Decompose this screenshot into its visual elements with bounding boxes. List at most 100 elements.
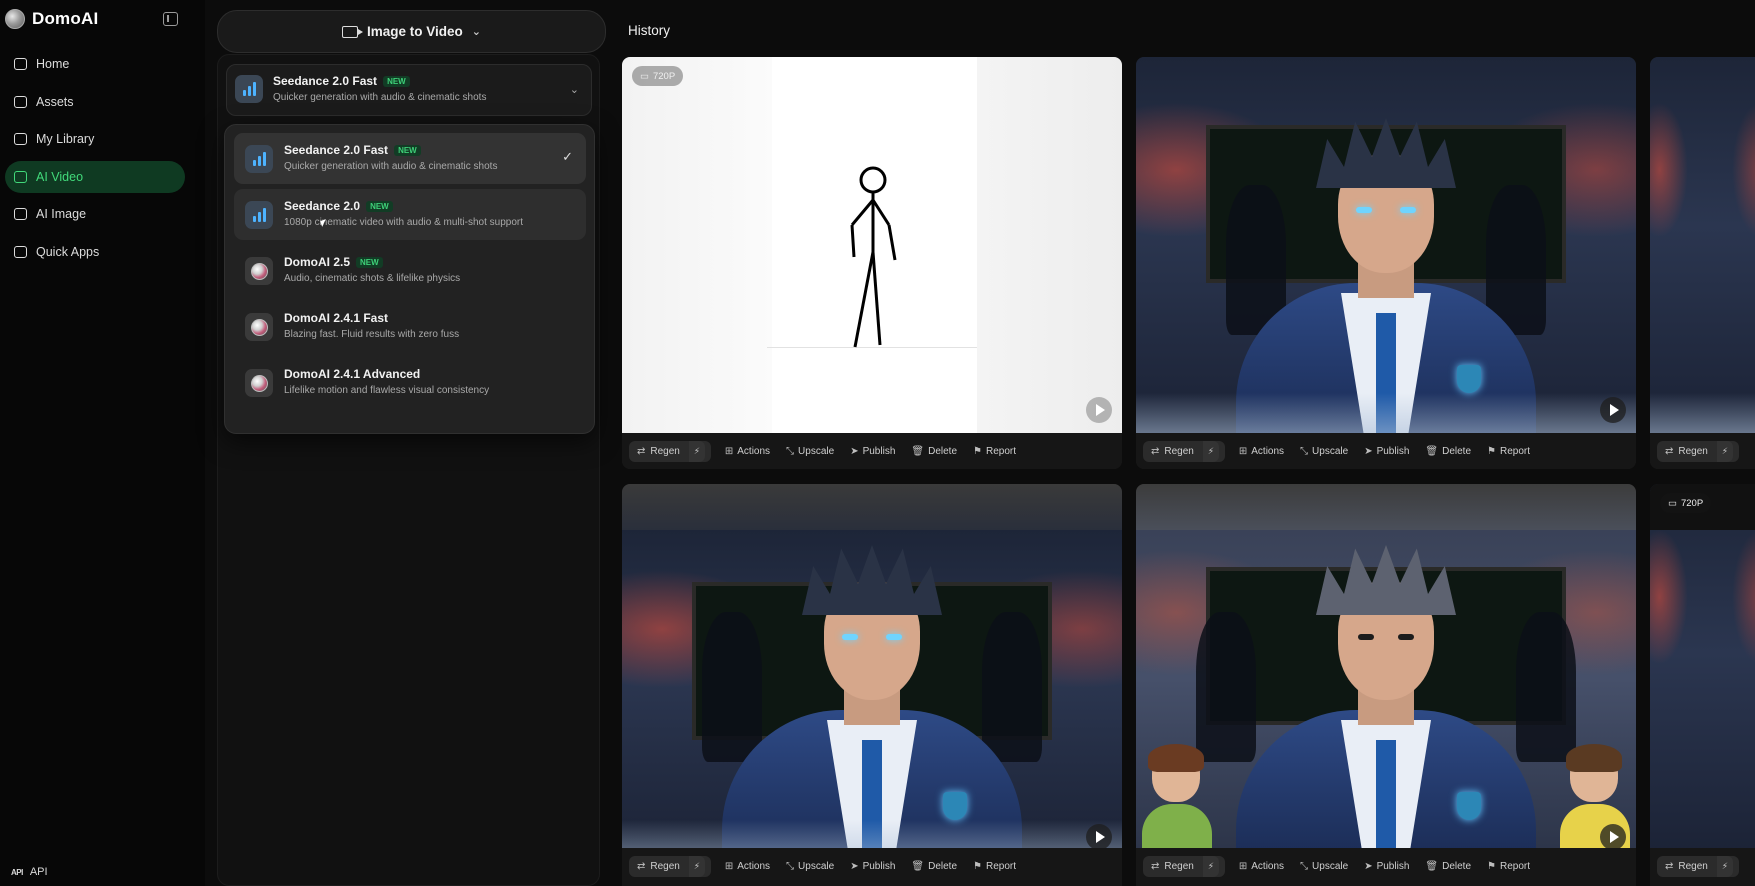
- flag-icon: ⚑: [1487, 445, 1496, 457]
- publish-button[interactable]: ➤ Publish: [850, 856, 895, 877]
- new-badge: NEW: [356, 256, 383, 268]
- sidebar-item-home[interactable]: Home: [5, 48, 185, 80]
- flag-icon: ⚑: [973, 445, 982, 457]
- actions-icon: ⊞: [1238, 861, 1248, 872]
- regen-button[interactable]: ⇄ Regen ⚡: [1657, 856, 1739, 877]
- model-select-field[interactable]: Seedance 2.0 Fast NEW Quicker generation…: [226, 64, 592, 116]
- stick-figure-image: [850, 166, 897, 348]
- play-button[interactable]: [1086, 824, 1112, 850]
- home-icon: [14, 58, 27, 70]
- publish-button[interactable]: ➤ Publish: [850, 446, 895, 457]
- video-thumbnail[interactable]: [622, 484, 1122, 860]
- history-card[interactable]: ⇄ Regen ⚡ ⊞ Actions ⤡ Upscale ➤ Publish 🗑 Del…: [1136, 57, 1636, 469]
- regen-button[interactable]: ⇄ Regen ⚡: [1143, 440, 1225, 462]
- actions-button[interactable]: ⊞ Actions: [1239, 856, 1284, 877]
- model-option-domoai-2-5[interactable]: DomoAI 2.5 NEW Audio, cinematic shots & …: [234, 245, 586, 296]
- actions-icon: ⊞: [724, 445, 734, 457]
- image-icon: [14, 208, 27, 220]
- regen-button[interactable]: ⇄ Regen ⚡: [1143, 856, 1225, 877]
- delete-button[interactable]: 🗑 Delete: [1425, 856, 1471, 877]
- bolt-icon[interactable]: ⚡: [688, 440, 705, 462]
- regen-button[interactable]: ⇄ Regen ⚡: [1657, 440, 1739, 462]
- sidebar-item-assets[interactable]: Assets: [5, 86, 185, 118]
- seedance-icon: [245, 145, 273, 173]
- send-icon: ➤: [1364, 861, 1373, 872]
- actions-button[interactable]: ⊞ Actions: [1239, 446, 1284, 457]
- subtitle-icon: ▭: [1668, 497, 1677, 509]
- sidebar-item-label: Home: [36, 57, 70, 71]
- refresh-icon: ⇄: [637, 445, 646, 457]
- publish-button[interactable]: ➤ Publish: [1364, 856, 1409, 877]
- sidebar-collapse-icon[interactable]: [163, 12, 178, 26]
- card-toolbar: ⇄ Regen ⚡ ⊞ Actions ⤡ Upscale ➤ Publish 🗑 Del…: [622, 848, 1122, 886]
- play-button[interactable]: [1086, 397, 1112, 423]
- api-link[interactable]: API API: [11, 866, 48, 878]
- api-label: API: [29, 866, 48, 878]
- regen-button[interactable]: ⇄ Regen ⚡: [629, 440, 711, 462]
- video-thumbnail[interactable]: ▭ 720P: [622, 57, 1122, 433]
- sidebar-item-label: Quick Apps: [36, 244, 100, 259]
- anime-character-image: [1236, 118, 1536, 433]
- new-badge: NEW: [394, 144, 421, 156]
- brand[interactable]: DomoAI: [5, 9, 98, 29]
- history-card[interactable]: ▭ 720P ⇄ Regen ⚡: [1650, 484, 1755, 886]
- model-option-name: DomoAI 2.4.1 Advanced: [284, 367, 421, 381]
- sidebar-item-my-library[interactable]: My Library: [5, 123, 185, 155]
- expand-icon: ⤡: [786, 445, 795, 457]
- resolution-badge: ▭ 720P: [632, 66, 684, 86]
- bolt-icon[interactable]: ⚡: [1716, 856, 1733, 877]
- report-button[interactable]: ⚑ Report: [973, 856, 1016, 877]
- video-thumbnail[interactable]: [1136, 57, 1636, 433]
- sidebar-item-label: My Library: [36, 132, 95, 146]
- delete-button[interactable]: 🗑 Delete: [911, 446, 957, 457]
- upscale-button[interactable]: ⤡ Upscale: [1300, 856, 1348, 877]
- play-button[interactable]: [1600, 397, 1626, 423]
- actions-button[interactable]: ⊞ Actions: [725, 856, 770, 877]
- history-card[interactable]: ⇄ Regen ⚡ ⊞ Actions ⤡ Upscale ➤ Publish 🗑 Del…: [1136, 484, 1636, 886]
- mode-selector-button[interactable]: Image to Video ⌄: [217, 10, 606, 53]
- sidebar-item-label: AI Video: [36, 169, 84, 184]
- delete-button[interactable]: 🗑 Delete: [911, 856, 957, 877]
- expand-icon: ⤡: [1300, 861, 1309, 872]
- trash-icon: 🗑: [911, 861, 925, 872]
- regen-button[interactable]: ⇄ Regen ⚡: [629, 856, 711, 877]
- video-icon: [14, 170, 27, 183]
- model-option-seedance-2-fast[interactable]: Seedance 2.0 Fast NEW Quicker generation…: [234, 133, 586, 184]
- video-thumbnail[interactable]: ▭ 720P: [1650, 484, 1755, 860]
- chevron-down-icon: ⌄: [569, 84, 579, 96]
- assets-icon: [14, 95, 27, 108]
- upscale-button[interactable]: ⤡ Upscale: [786, 856, 834, 877]
- expand-icon: ⤡: [786, 861, 795, 872]
- model-option-domoai-2-4-1-advanced[interactable]: DomoAI 2.4.1 Advanced Lifelike motion an…: [234, 357, 586, 408]
- report-button[interactable]: ⚑ Report: [973, 446, 1016, 457]
- model-option-seedance-2[interactable]: Seedance 2.0 NEW 1080p cinematic video w…: [234, 189, 586, 240]
- refresh-icon: ⇄: [1151, 445, 1160, 457]
- upscale-button[interactable]: ⤡ Upscale: [1300, 446, 1348, 457]
- bolt-icon[interactable]: ⚡: [1202, 856, 1219, 877]
- report-button[interactable]: ⚑ Report: [1487, 446, 1530, 457]
- model-option-name: DomoAI 2.4.1 Fast: [284, 311, 389, 325]
- history-card[interactable]: ▭ 720P ⇄ Regen ⚡ ⊞ Actions ⤡ Upscale ➤ Publ…: [622, 57, 1122, 469]
- history-card[interactable]: ⇄ Regen ⚡ ⊞ Actions ⤡ Upscale ➤ Publish 🗑 Del…: [622, 484, 1122, 886]
- bolt-icon[interactable]: ⚡: [1202, 440, 1219, 462]
- model-option-domoai-2-4-1-fast[interactable]: DomoAI 2.4.1 Fast Blazing fast. Fluid re…: [234, 301, 586, 352]
- video-thumbnail[interactable]: [1650, 57, 1755, 433]
- sidebar-item-ai-image[interactable]: AI Image: [5, 198, 185, 230]
- delete-button[interactable]: 🗑 Delete: [1425, 446, 1471, 457]
- upscale-button[interactable]: ⤡ Upscale: [786, 446, 834, 457]
- bolt-icon[interactable]: ⚡: [1716, 440, 1733, 462]
- bolt-icon[interactable]: ⚡: [688, 856, 705, 877]
- report-button[interactable]: ⚑ Report: [1487, 856, 1530, 877]
- actions-button[interactable]: ⊞ Actions: [725, 446, 770, 457]
- sidebar-item-ai-video[interactable]: AI Video: [5, 160, 185, 193]
- history-card[interactable]: ⇄ Regen ⚡: [1650, 57, 1755, 469]
- selected-model-name: Seedance 2.0 Fast NEW: [273, 74, 410, 88]
- flag-icon: ⚑: [1487, 861, 1496, 872]
- publish-button[interactable]: ➤ Publish: [1364, 446, 1409, 457]
- sidebar-item-quick-apps[interactable]: Quick Apps: [5, 236, 185, 268]
- model-option-desc: Blazing fast. Fluid results with zero fu…: [284, 329, 460, 340]
- selected-model-desc: Quicker generation with audio & cinemati…: [273, 92, 487, 103]
- domoai-model-icon: [245, 369, 273, 397]
- video-thumbnail[interactable]: [1136, 484, 1636, 860]
- play-button[interactable]: [1600, 824, 1626, 850]
